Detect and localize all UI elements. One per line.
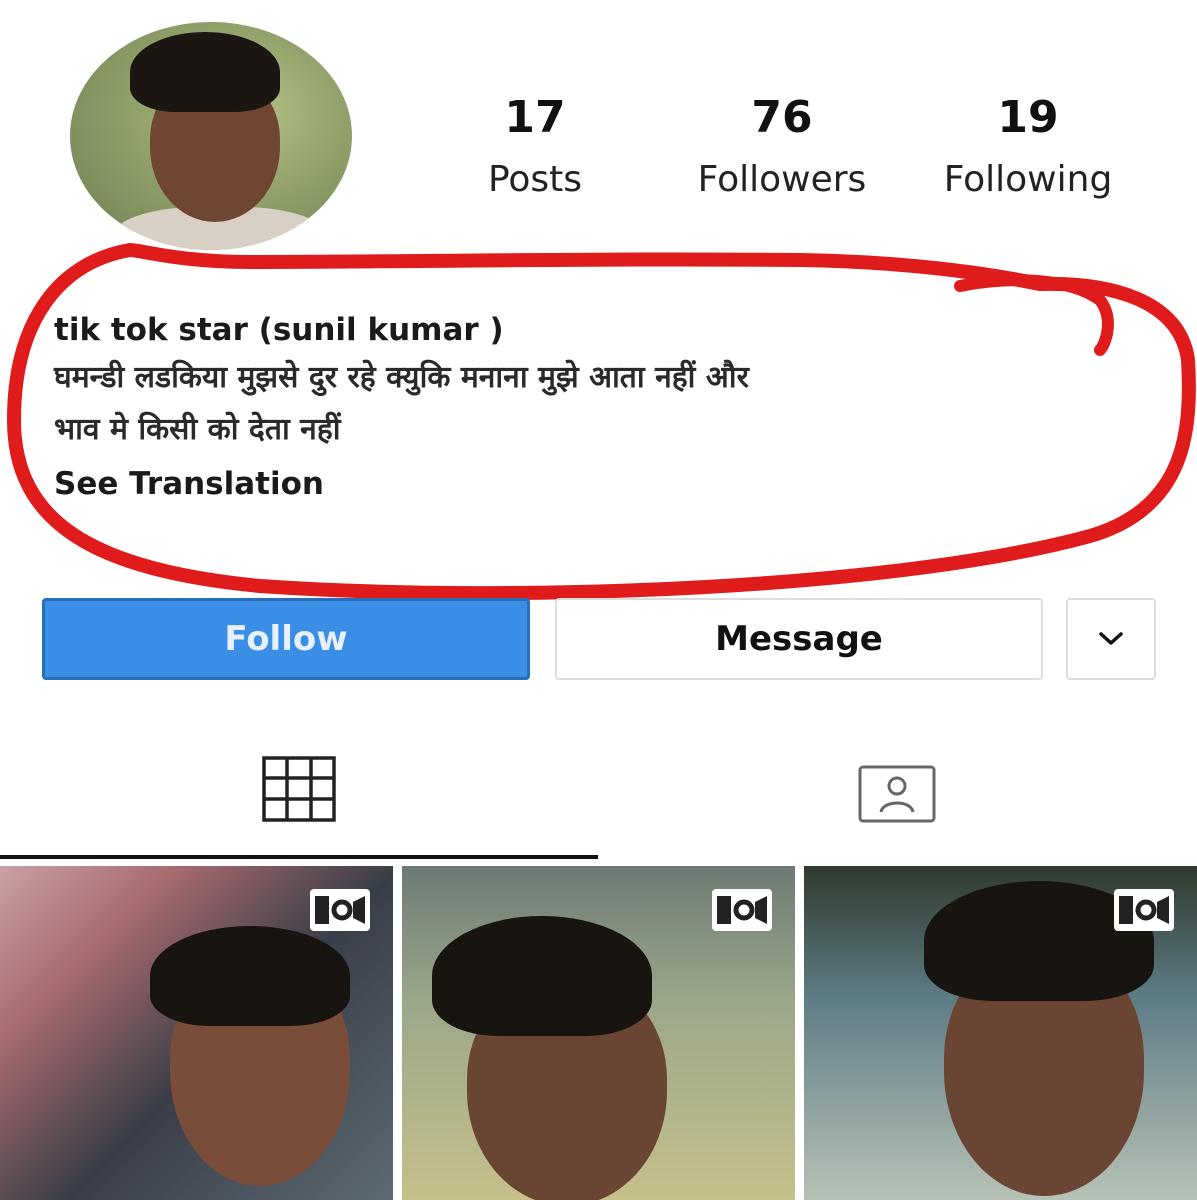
follow-button[interactable]: Follow	[42, 598, 530, 680]
following-count: 19	[997, 92, 1059, 143]
post-thumbnail[interactable]	[402, 866, 795, 1200]
posts-label: Posts	[487, 159, 583, 200]
tagged-person-icon[interactable]	[857, 764, 937, 824]
see-translation-link[interactable]: See Translation	[54, 462, 1114, 506]
avatar-hair	[130, 32, 280, 112]
stat-posts[interactable]: 17 Posts	[425, 92, 645, 202]
post-thumbnail[interactable]	[0, 866, 393, 1200]
message-button[interactable]: Message	[555, 598, 1043, 680]
profile-bio: tik tok star (sunil kumar ) घमन्डी लडकिय…	[54, 308, 1114, 506]
active-tab-indicator	[0, 855, 598, 859]
post-hair	[150, 926, 350, 1026]
more-options-button[interactable]	[1066, 598, 1156, 680]
following-label: Following	[943, 159, 1113, 200]
chevron-down-icon	[1099, 632, 1123, 645]
stat-followers[interactable]: 76 Followers	[672, 92, 892, 202]
bio-name-line: tik tok star (sunil kumar )	[54, 312, 504, 348]
reel-camera-icon	[310, 889, 370, 931]
followers-count: 76	[751, 92, 813, 143]
stat-following[interactable]: 19 Following	[918, 92, 1138, 202]
bio-line-2: भाव मे किसी को देता नहीं	[54, 412, 341, 447]
reel-camera-icon	[712, 889, 772, 931]
followers-label: Followers	[697, 159, 867, 200]
grid-icon[interactable]	[262, 756, 336, 822]
bio-line-1: घमन्डी लडकिया मुझसे दुर रहे क्युकि मनाना…	[54, 360, 749, 395]
post-hair	[432, 916, 652, 1036]
post-thumbnail[interactable]	[804, 866, 1197, 1200]
reel-camera-icon	[1114, 889, 1174, 931]
posts-count: 17	[504, 92, 566, 143]
profile-avatar[interactable]	[70, 22, 352, 250]
